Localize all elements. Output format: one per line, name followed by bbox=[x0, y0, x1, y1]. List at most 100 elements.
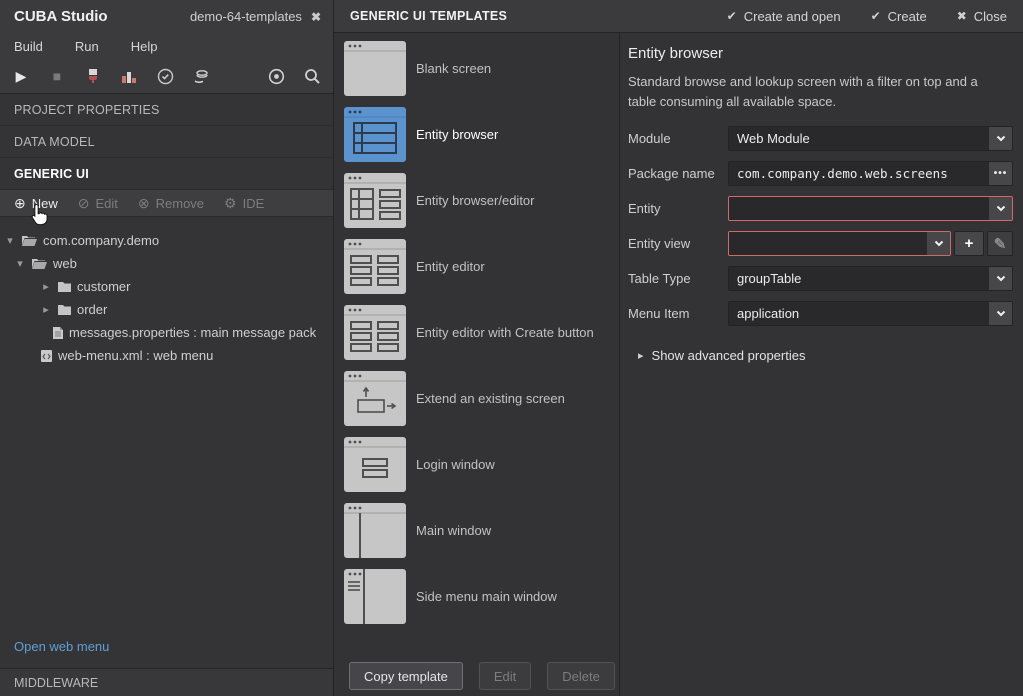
file-icon bbox=[52, 326, 64, 340]
chevron-down-icon[interactable] bbox=[988, 302, 1012, 325]
template-item-entity-browser[interactable]: Entity browser bbox=[344, 107, 619, 162]
dialog-header-buttons: ✔ Create and open ✔ Create ✖ Close bbox=[727, 9, 1007, 24]
project-tab[interactable]: demo-64-templates ✖ bbox=[190, 9, 321, 24]
entity-view-row: Entity view + ✎ bbox=[628, 231, 1013, 256]
add-view-button[interactable]: + bbox=[954, 231, 984, 256]
entity-view-label: Entity view bbox=[628, 236, 728, 251]
tree-item-label: web-menu.xml : web menu bbox=[58, 348, 213, 363]
tree-item-web-menu-xml[interactable]: web-menu.xml : web menu bbox=[0, 344, 333, 367]
toolbar: ▶ ■ bbox=[0, 59, 333, 93]
template-label: Side menu main window bbox=[416, 589, 557, 604]
tree-item-com-company-demo[interactable]: ▾ com.company.demo bbox=[0, 229, 333, 252]
entity-value[interactable] bbox=[729, 197, 988, 220]
check-circle-icon[interactable] bbox=[156, 67, 174, 85]
template-details-panel: Entity browser Standard browse and looku… bbox=[620, 33, 1023, 696]
tree-item-label: customer bbox=[77, 279, 130, 294]
template-item-login-window[interactable]: Login window bbox=[344, 437, 619, 492]
chevron-down-icon[interactable] bbox=[988, 127, 1012, 150]
chevron-right-icon[interactable]: ▸ bbox=[40, 303, 52, 316]
ide-button-label: IDE bbox=[243, 196, 265, 211]
show-advanced-properties-toggle[interactable]: ▸ Show advanced properties bbox=[628, 348, 1013, 363]
section-generic-ui[interactable]: GENERIC UI bbox=[0, 158, 333, 190]
x-circle-icon: ⊗ bbox=[138, 195, 150, 212]
tree-item-messages-properties[interactable]: messages.properties : main message pack bbox=[0, 321, 333, 344]
menu-run[interactable]: Run bbox=[75, 39, 99, 54]
check-icon: ✔ bbox=[871, 9, 881, 23]
tree-item-label: order bbox=[77, 302, 107, 317]
dialog-title: GENERIC UI TEMPLATES bbox=[350, 9, 507, 23]
tree-item-web[interactable]: ▾ web bbox=[0, 252, 333, 275]
search-icon[interactable] bbox=[303, 67, 321, 85]
hand-coins-icon[interactable] bbox=[192, 67, 210, 85]
chevron-down-icon[interactable] bbox=[988, 197, 1012, 220]
create-button[interactable]: ✔ Create bbox=[871, 9, 927, 24]
table-type-select[interactable]: groupTable bbox=[728, 266, 1013, 291]
stop-icon[interactable]: ■ bbox=[48, 67, 66, 85]
package-name-row: Package name com.company.demo.web.screen… bbox=[628, 161, 1013, 186]
modules-icon[interactable] bbox=[120, 67, 138, 85]
chevron-down-icon[interactable] bbox=[988, 267, 1012, 290]
chevron-right-icon: ▸ bbox=[638, 349, 644, 362]
copy-template-button[interactable]: Copy template bbox=[349, 662, 463, 690]
module-value: Web Module bbox=[729, 127, 988, 150]
target-icon[interactable] bbox=[267, 67, 285, 85]
open-web-menu-link[interactable]: Open web menu bbox=[0, 639, 333, 668]
entity-select[interactable] bbox=[728, 196, 1013, 221]
remove-button-label: Remove bbox=[156, 196, 204, 211]
advanced-toggle-label: Show advanced properties bbox=[652, 348, 806, 363]
gears-icon: ⚙ bbox=[224, 195, 237, 212]
section-middleware[interactable]: MIDDLEWARE bbox=[0, 668, 333, 696]
package-name-label: Package name bbox=[628, 166, 728, 181]
create-label: Create bbox=[888, 9, 927, 24]
entity-editor-thumbnail bbox=[344, 239, 406, 294]
run-icon[interactable]: ▶ bbox=[12, 67, 30, 85]
menu-item-value: application bbox=[729, 302, 988, 325]
ide-button: ⚙ IDE bbox=[224, 195, 264, 212]
menu-item-label: Menu Item bbox=[628, 306, 728, 321]
template-description: Standard browse and lookup screen with a… bbox=[628, 72, 1006, 112]
template-label: Entity editor bbox=[416, 259, 485, 274]
package-name-field[interactable]: com.company.demo.web.screens ••• bbox=[728, 161, 1013, 186]
navigator-panel: CUBA Studio demo-64-templates ✖ Build Ru… bbox=[0, 0, 334, 696]
ellipsis-icon[interactable]: ••• bbox=[988, 162, 1012, 185]
chevron-right-icon[interactable]: ▸ bbox=[40, 280, 52, 293]
section-project-properties[interactable]: PROJECT PROPERTIES bbox=[0, 94, 333, 126]
template-item-main-window[interactable]: Main window bbox=[344, 503, 619, 558]
chevron-down-icon[interactable] bbox=[926, 232, 950, 255]
blank-screen-thumbnail bbox=[344, 41, 406, 96]
template-item-entity-editor-create[interactable]: Entity editor with Create button bbox=[344, 305, 619, 360]
project-tab-close-icon[interactable]: ✖ bbox=[311, 10, 321, 24]
template-item-entity-browser-editor[interactable]: Entity browser/editor bbox=[344, 173, 619, 228]
chevron-down-icon[interactable]: ▾ bbox=[4, 234, 16, 247]
templates-dialog: GENERIC UI TEMPLATES ✔ Create and open ✔… bbox=[334, 0, 1023, 696]
template-item-entity-editor[interactable]: Entity editor bbox=[344, 239, 619, 294]
menu-build[interactable]: Build bbox=[14, 39, 43, 54]
entity-view-value[interactable] bbox=[729, 232, 926, 255]
template-item-extend-screen[interactable]: Extend an existing screen bbox=[344, 371, 619, 426]
tree-item-order[interactable]: ▸ order bbox=[0, 298, 333, 321]
template-item-blank-screen[interactable]: Blank screen bbox=[344, 41, 619, 96]
menu-help[interactable]: Help bbox=[131, 39, 158, 54]
template-item-side-menu-main-window[interactable]: Side menu main window bbox=[344, 569, 619, 624]
new-button[interactable]: ⊕ New bbox=[14, 195, 58, 212]
module-select[interactable]: Web Module bbox=[728, 126, 1013, 151]
create-and-open-button[interactable]: ✔ Create and open bbox=[727, 9, 841, 24]
cuba-studio-window: CUBA Studio demo-64-templates ✖ Build Ru… bbox=[0, 0, 1023, 696]
chevron-down-icon[interactable]: ▾ bbox=[14, 257, 26, 270]
module-row: Module Web Module bbox=[628, 126, 1013, 151]
entity-browser-thumbnail bbox=[344, 107, 406, 162]
template-actions: Copy template Edit Delete bbox=[344, 662, 619, 690]
left-spacer bbox=[0, 367, 333, 639]
package-name-value[interactable]: com.company.demo.web.screens bbox=[729, 162, 988, 185]
brush-icon[interactable] bbox=[84, 67, 102, 85]
menu-item-select[interactable]: application bbox=[728, 301, 1013, 326]
tree-item-label: messages.properties : main message pack bbox=[69, 325, 316, 340]
project-tree: ▾ com.company.demo ▾ web ▸ customer bbox=[0, 217, 333, 367]
side-menu-main-window-thumbnail bbox=[344, 569, 406, 624]
tree-item-customer[interactable]: ▸ customer bbox=[0, 275, 333, 298]
close-button[interactable]: ✖ Close bbox=[957, 9, 1007, 24]
pencil-circle-icon: ⊘ bbox=[78, 195, 90, 212]
section-data-model[interactable]: DATA MODEL bbox=[0, 126, 333, 158]
entity-view-select[interactable] bbox=[728, 231, 951, 256]
menu-bar: Build Run Help bbox=[0, 33, 333, 59]
